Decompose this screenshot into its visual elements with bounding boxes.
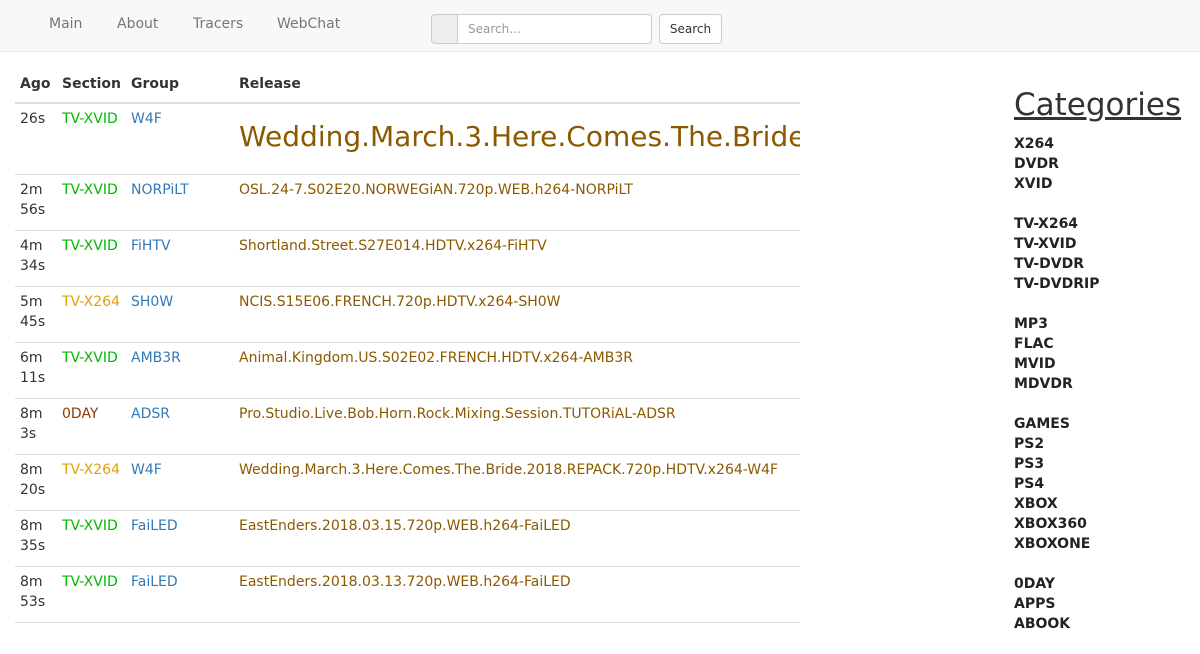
row-section-link[interactable]: TV-XVID: [57, 174, 126, 231]
category-link[interactable]: TV-DVDR: [1014, 254, 1200, 274]
row-group-link[interactable]: NORPiLT: [126, 174, 234, 231]
category-link[interactable]: MDVDR: [1014, 374, 1200, 394]
nav-link-about[interactable]: About: [117, 16, 158, 32]
row-section-link[interactable]: TV-X264: [57, 286, 126, 343]
row-group-link[interactable]: FaiLED: [126, 510, 234, 567]
row-section-link[interactable]: 0DAY: [57, 398, 126, 455]
column-header-group: Group: [126, 52, 234, 104]
row-release-link[interactable]: Animal.Kingdom.US.S02E02.FRENCH.HDTV.x26…: [234, 342, 800, 399]
table-row[interactable]: 2m 56s TV-XVID NORPiLT OSL.24-7.S02E20.NORW…: [15, 174, 800, 231]
row-group-link[interactable]: ADSR: [126, 398, 234, 455]
row-release-link[interactable]: EastEnders.2018.03.15.720p.WEB.h264-FaiL…: [234, 510, 800, 567]
releases-table: Ago Section Group Release 26s TV-XVID W4F W…: [15, 52, 800, 630]
category-link[interactable]: XVID: [1014, 174, 1200, 194]
table-row[interactable]: 8m 35s TV-XVID FaiLED EastEnders.2018.03.15…: [15, 510, 800, 567]
row-section-link[interactable]: TV-X264: [57, 454, 126, 511]
category-link[interactable]: TV-XVID: [1014, 234, 1200, 254]
nav-link-tracers[interactable]: Tracers: [193, 16, 243, 32]
table-row[interactable]: 5m 45s TV-X264 SH0W NCIS.S15E06.FRENCH.720p…: [15, 286, 800, 343]
table-row[interactable]: 6m 11s TV-XVID AMB3R Animal.Kingdom.US.S02E…: [15, 342, 800, 399]
category-group: MP3 FLAC MVID MDVDR: [1014, 314, 1200, 394]
release-rows: 26s TV-XVID W4F Wedding.March.3.Here.Comes.…: [15, 102, 800, 630]
table-row[interactable]: 8m 20s TV-X264 W4F Wedding.March.3.Here.Com…: [15, 454, 800, 511]
row-ago: 8m 3s: [15, 398, 57, 455]
row-ago: 26s: [15, 102, 57, 175]
row-release-link[interactable]: Wedding.March.3.Here.Comes.The.Bride W4F: [234, 102, 800, 175]
row-ago: 2m 56s: [15, 174, 57, 231]
row-release-link[interactable]: Shortland.Street.S27E014.HDTV.x264-FiHTV: [234, 230, 800, 287]
search-button[interactable]: Search: [659, 14, 722, 44]
category-group: TV-X264 TV-XVID TV-DVDR TV-DVDRIP: [1014, 214, 1200, 294]
row-ago: 5m 45s: [15, 286, 57, 343]
table-row[interactable]: 26s TV-XVID W4F Wedding.March.3.Here.Comes.…: [15, 102, 800, 175]
nav-link-main[interactable]: Main: [49, 16, 82, 32]
category-link[interactable]: GAMES: [1014, 414, 1200, 434]
row-group-link[interactable]: W4F: [126, 102, 234, 175]
category-link[interactable]: 0DAY: [1014, 574, 1200, 594]
row-section-link[interactable]: TV-XVID: [57, 342, 126, 399]
category-link[interactable]: X264: [1014, 134, 1200, 154]
row-release-link[interactable]: Pro.Studio.Live.Bob.Horn.Rock.Mixing.Ses…: [234, 398, 800, 455]
category-group: X264 DVDR XVID: [1014, 134, 1200, 194]
row-section-link[interactable]: TV-XVID: [57, 622, 126, 630]
row-release-link[interactable]: OSL.24-7.S02E20.NORWEGiAN.720p.WEB.h264-…: [234, 174, 800, 231]
row-section-link[interactable]: TV-XVID: [57, 510, 126, 567]
category-link[interactable]: APPS: [1014, 594, 1200, 614]
categories-sidebar: Categories X264 DVDR XVID TV-X264 TV-XVID TV-…: [1014, 86, 1200, 654]
table-row[interactable]: 4m 34s TV-XVID FiHTV Shortland.Street.S27E0…: [15, 230, 800, 287]
row-ago: 6m 11s: [15, 342, 57, 399]
category-groups: X264 DVDR XVID TV-X264 TV-XVID TV-DVDR TV-DVDR…: [1014, 134, 1200, 634]
row-ago: 8m 20s: [15, 454, 57, 511]
category-link[interactable]: PS4: [1014, 474, 1200, 494]
row-ago: 4m 34s: [15, 230, 57, 287]
category-link[interactable]: DVDR: [1014, 154, 1200, 174]
row-section-link[interactable]: TV-XVID: [57, 566, 126, 623]
table-row[interactable]: 8m 3s 0DAY ADSR Pro.Studio.Live.Bob.Horn.Ro…: [15, 398, 800, 455]
category-link[interactable]: PS3: [1014, 454, 1200, 474]
category-link[interactable]: ABOOK: [1014, 614, 1200, 634]
nav-link-webchat[interactable]: WebChat: [277, 16, 340, 32]
category-group: 0DAY APPS ABOOK: [1014, 574, 1200, 634]
row-section-link[interactable]: TV-XVID: [57, 230, 126, 287]
category-link[interactable]: MP3: [1014, 314, 1200, 334]
category-link[interactable]: XBOX360: [1014, 514, 1200, 534]
row-section-link[interactable]: TV-XVID: [57, 102, 126, 175]
row-ago: 8m 35s: [15, 510, 57, 567]
category-link[interactable]: MVID: [1014, 354, 1200, 374]
row-release-link[interactable]: Wedding.March.3.Here.Comes.The.Bride.201…: [234, 454, 800, 511]
category-link[interactable]: PS2: [1014, 434, 1200, 454]
row-ago: 9m: [15, 622, 57, 630]
column-header-ago: Ago: [15, 52, 57, 104]
row-release-link[interactable]: NCIS.S15E06.FRENCH.720p.HDTV.x264-SH0W: [234, 286, 800, 343]
row-group-link[interactable]: SH0W: [126, 286, 234, 343]
row-release-link[interactable]: EastEnders.2018.03.12.720p.WEB.h264-FaiL…: [234, 622, 800, 630]
table-row[interactable]: 9mTV-XVIDFaiLEDEastEnders.2018.03.12.720…: [15, 622, 800, 630]
table-row[interactable]: 8m 53s TV-XVID FaiLED EastEnders.2018.03.13…: [15, 566, 800, 623]
category-link[interactable]: FLAC: [1014, 334, 1200, 354]
category-link[interactable]: TV-X264: [1014, 214, 1200, 234]
table-header-row: Ago Section Group Release: [15, 52, 800, 104]
releases-table-container: Ago Section Group Release 26s TV-XVID W4F W…: [15, 52, 800, 630]
row-group-link[interactable]: W4F: [126, 454, 234, 511]
row-group-link[interactable]: FaiLED: [126, 622, 234, 630]
search-addon: [431, 14, 457, 44]
category-group: GAMES PS2 PS3 PS4 XBOX XBOX360 XBOXONE: [1014, 414, 1200, 554]
category-link[interactable]: XBOX: [1014, 494, 1200, 514]
column-header-section: Section: [57, 52, 126, 104]
row-ago: 8m 53s: [15, 566, 57, 623]
navbar: Main About Tracers WebChat Search: [0, 0, 1200, 52]
row-group-link[interactable]: FaiLED: [126, 566, 234, 623]
row-group-link[interactable]: FiHTV: [126, 230, 234, 287]
categories-title: Categories: [1014, 87, 1182, 123]
row-release-link[interactable]: EastEnders.2018.03.13.720p.WEB.h264-FaiL…: [234, 566, 800, 623]
search-input[interactable]: [457, 14, 652, 44]
column-header-release: Release: [234, 52, 800, 104]
category-link[interactable]: XBOXONE: [1014, 534, 1200, 554]
row-group-link[interactable]: AMB3R: [126, 342, 234, 399]
category-link[interactable]: TV-DVDRIP: [1014, 274, 1200, 294]
